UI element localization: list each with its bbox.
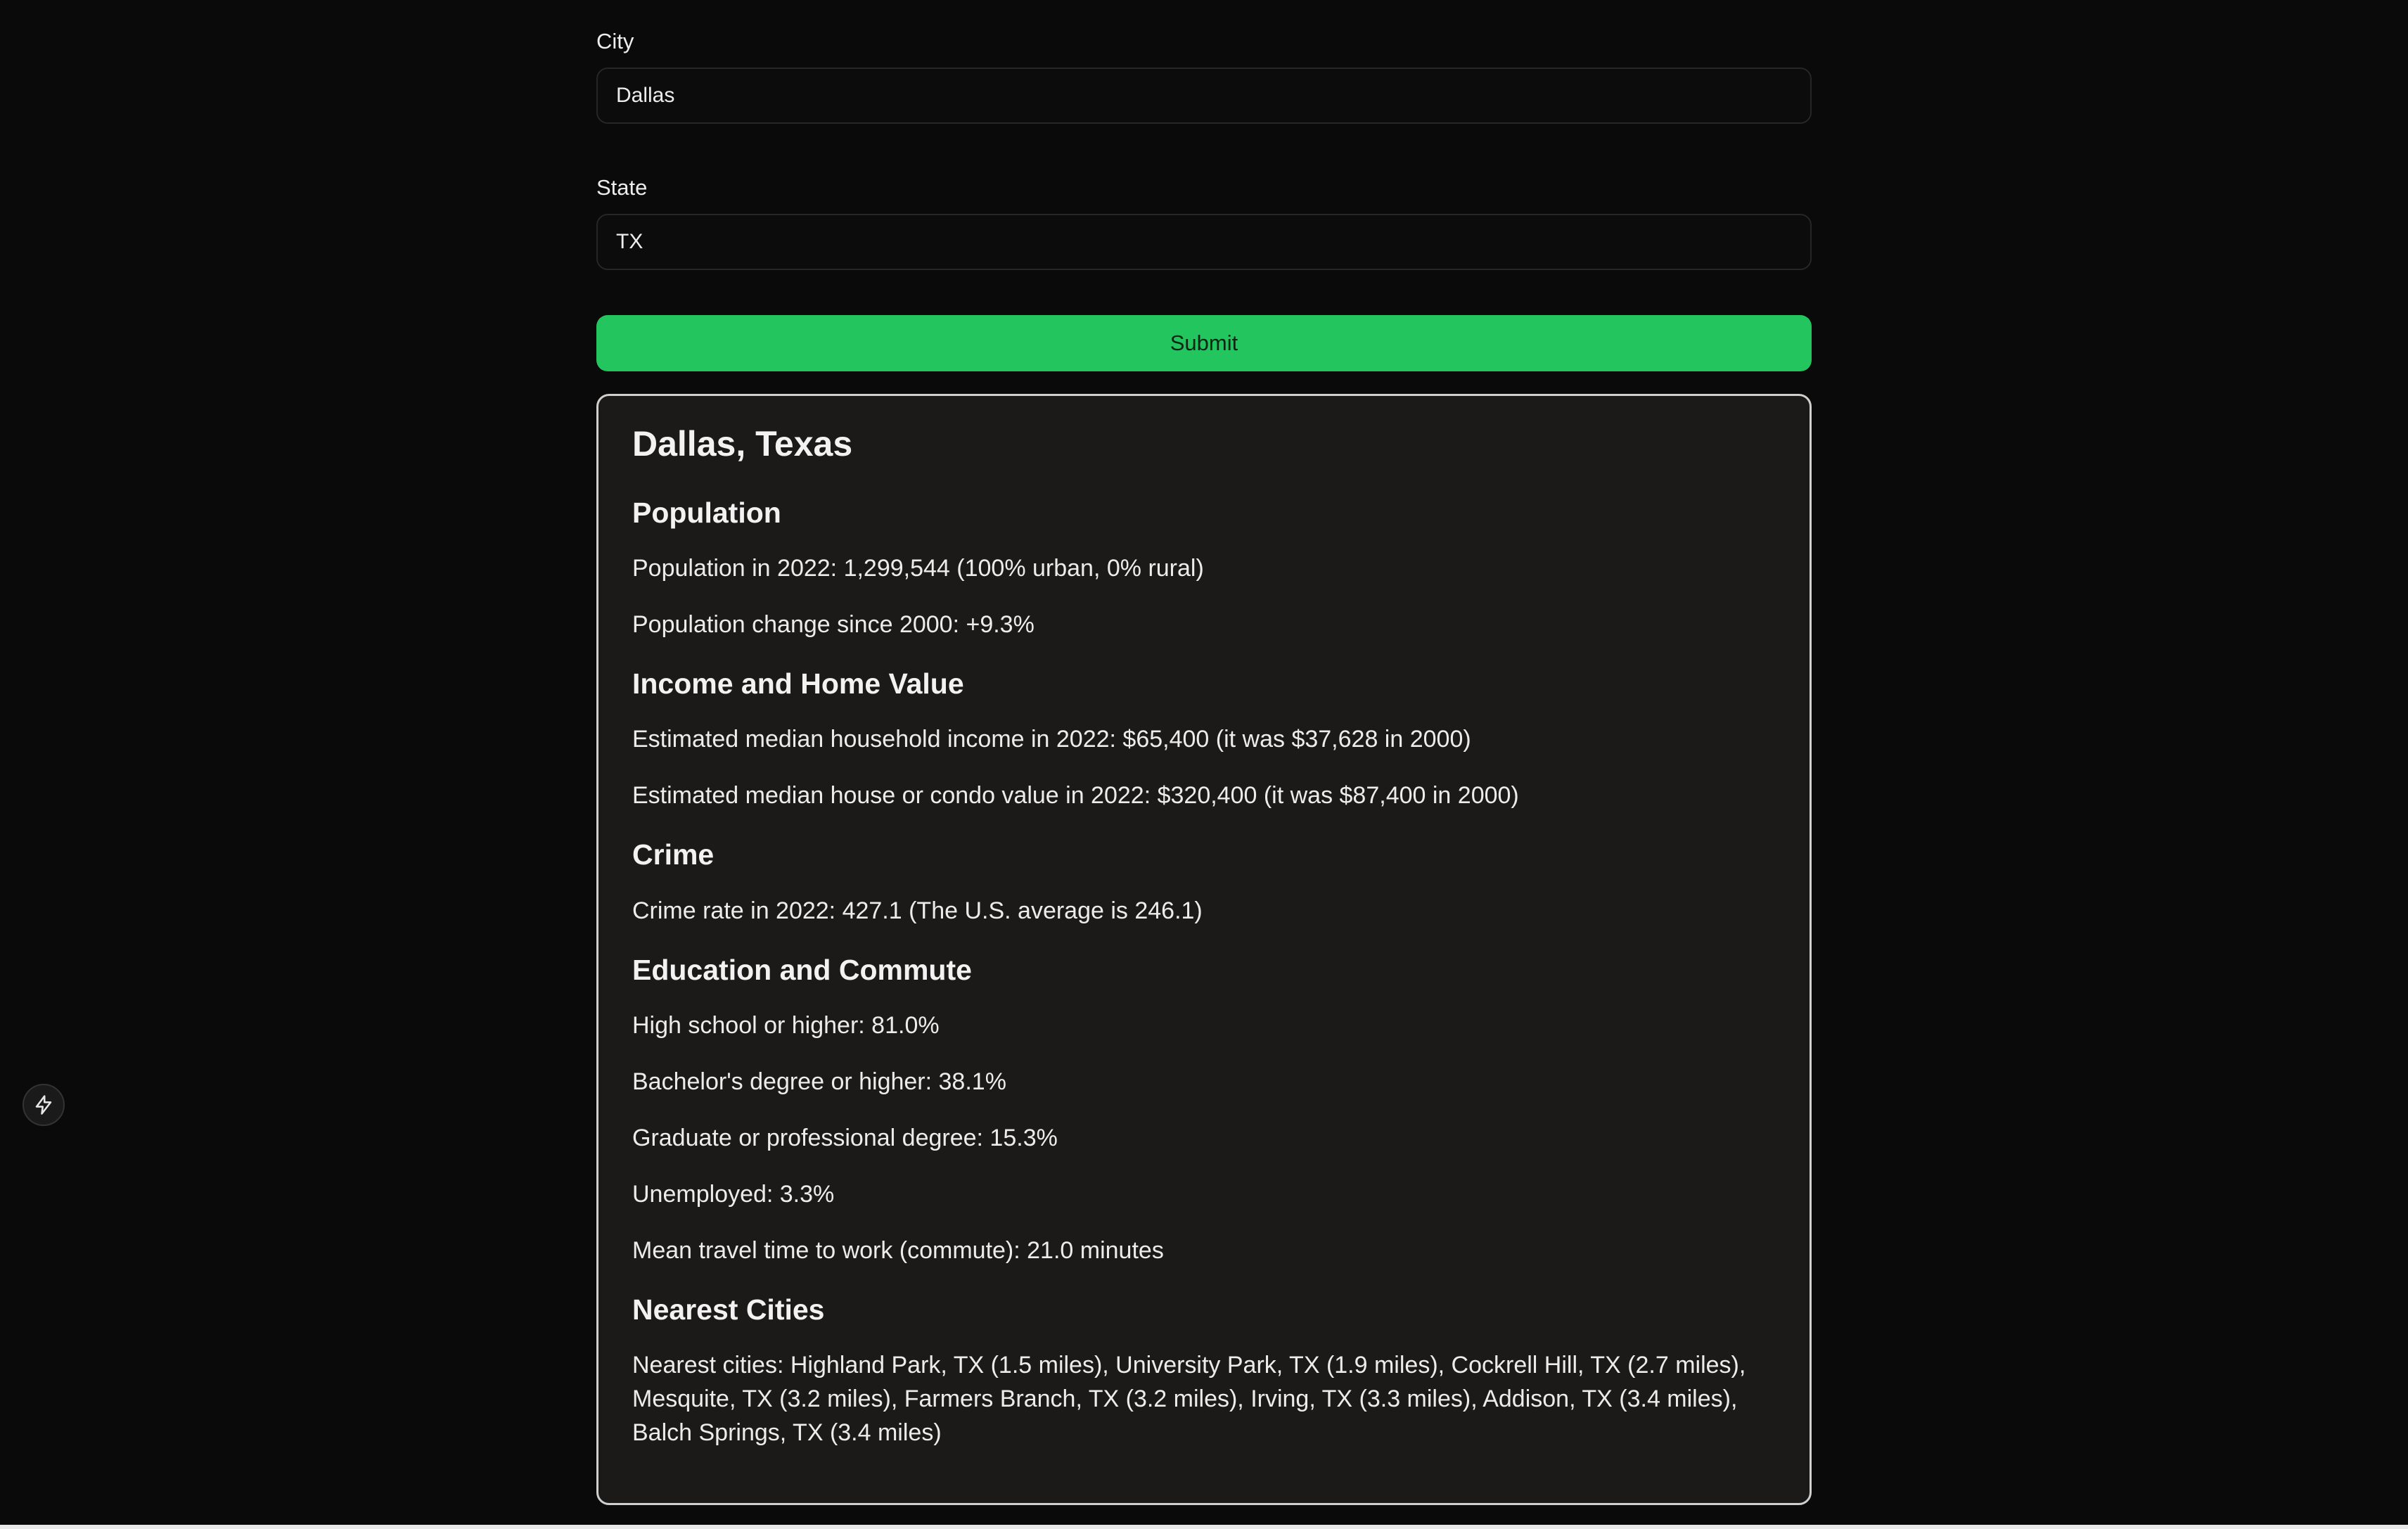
state-input[interactable] — [596, 214, 1812, 270]
state-label: State — [596, 175, 648, 200]
dev-tools-badge[interactable] — [23, 1084, 65, 1126]
page: City State Submit Dallas, Texas Populati… — [0, 0, 2408, 1529]
nearest-cities-list: Nearest cities: Highland Park, TX (1.5 m… — [632, 1351, 1746, 1446]
high-school-rate: High school or higher: 81.0% — [632, 1011, 940, 1039]
education-heading: Education and Commute — [632, 953, 972, 986]
income-heading: Income and Home Value — [632, 667, 964, 700]
bottom-divider — [0, 1525, 2408, 1529]
bachelors-rate: Bachelor's degree or higher: 38.1% — [632, 1068, 1006, 1095]
submit-button[interactable]: Submit — [596, 315, 1812, 371]
unemployment-rate: Unemployed: 3.3% — [632, 1180, 835, 1208]
city-label: City — [596, 29, 634, 53]
city-input[interactable] — [596, 68, 1812, 124]
population-2022: Population in 2022: 1,299,544 (100% urba… — [632, 555, 1204, 582]
median-income: Estimated median household income in 202… — [632, 726, 1471, 753]
commute-time: Mean travel time to work (commute): 21.0… — [632, 1236, 1164, 1264]
crime-rate: Crime rate in 2022: 427.1 (The U.S. aver… — [632, 897, 1203, 924]
lightning-icon — [35, 1095, 52, 1115]
population-heading: Population — [632, 497, 781, 529]
population-change: Population change since 2000: +9.3% — [632, 611, 1035, 639]
result-card: Dallas, Texas Population Population in 2… — [596, 394, 1812, 1505]
graduate-rate: Graduate or professional degree: 15.3% — [632, 1124, 1058, 1151]
result-title: Dallas, Texas — [632, 424, 853, 463]
nearest-cities-heading: Nearest Cities — [632, 1293, 825, 1326]
median-home-value: Estimated median house or condo value in… — [632, 782, 1519, 810]
crime-heading: Crime — [632, 838, 715, 871]
